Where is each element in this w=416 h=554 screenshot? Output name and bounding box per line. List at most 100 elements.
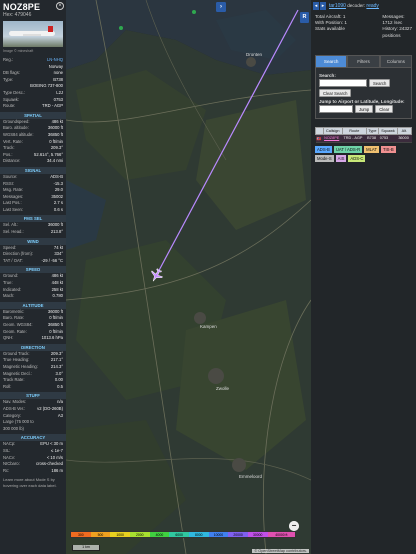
info-row-label[interactable]: Speed: xyxy=(3,245,16,252)
row-callsign[interactable]: NOZ8PE xyxy=(323,134,343,143)
info-row-value: 486 kt xyxy=(51,118,63,124)
info-row-label[interactable]: Indicated: xyxy=(3,287,21,294)
col-flag[interactable] xyxy=(315,126,324,135)
info-row-label[interactable]: Pos.: xyxy=(3,152,13,159)
photo-credit: Image © mineshaft xyxy=(3,49,34,53)
info-row-label[interactable]: True: xyxy=(3,280,13,287)
col-callsign[interactable]: Callsign xyxy=(322,126,343,135)
info-row-value: EPU < 30 m xyxy=(40,441,63,447)
legend-chip: AIS xyxy=(335,154,347,162)
info-row: Category: A3 xyxy=(0,413,66,420)
info-row: Ground: 486 kt xyxy=(0,273,66,280)
table-row[interactable]: 🇳🇴 NOZ8PE TRD - AGP B738 0753 36000 xyxy=(315,134,412,143)
jump-input[interactable] xyxy=(319,104,353,113)
info-row-value: 213.8° xyxy=(50,229,63,235)
info-row-label[interactable]: Mach: xyxy=(3,293,14,300)
info-row-label[interactable]: NACp: xyxy=(3,441,15,448)
legend-chip: ADS-B xyxy=(315,145,332,153)
info-row-label[interactable]: Track: xyxy=(3,145,14,152)
tab-columns[interactable]: Columns xyxy=(379,54,412,68)
info-row-label[interactable]: Baro. altitude: xyxy=(3,125,29,132)
close-icon[interactable]: × xyxy=(56,2,64,10)
info-row-label[interactable]: Sel. Head.: xyxy=(3,229,24,236)
search-input[interactable] xyxy=(319,78,367,87)
stats-block: Total Aircraft: 1 With Position: 1 Stats… xyxy=(311,12,416,41)
map-attribution[interactable]: © OpenStreetMap contributors. xyxy=(252,549,309,553)
info-row-value: 52.614°, 5.766° xyxy=(34,151,63,157)
info-row-label[interactable]: 300 000 lb) xyxy=(3,426,24,433)
info-row-label[interactable]: Rc: xyxy=(3,468,9,475)
info-row-label[interactable]: True Heading: xyxy=(3,357,29,364)
search-button[interactable]: Search xyxy=(369,78,391,87)
info-row-label[interactable]: Last Seen: xyxy=(3,207,23,214)
reg-value[interactable]: LN-NHQ xyxy=(47,57,63,64)
info-row-label[interactable]: Large (75 000 to xyxy=(3,419,34,426)
info-row-label[interactable]: Messages: xyxy=(3,194,23,201)
panel-nav: ◂ ▸ xyxy=(313,2,326,10)
info-row-label[interactable]: Vert. Rate: xyxy=(3,139,23,146)
stats-link[interactable]: Stats available xyxy=(315,26,347,32)
info-row-label[interactable]: Magnetic Decl.: xyxy=(3,371,32,378)
info-row-label[interactable]: Baro. Rate: xyxy=(3,315,24,322)
info-row: Pos.: 52.614°, 5.766° xyxy=(0,152,66,159)
info-row: Geom. WGS84: 36850 ft xyxy=(0,322,66,329)
aircraft-photo[interactable] xyxy=(3,21,63,47)
info-row-label[interactable]: Ground Track: xyxy=(3,351,30,358)
info-row-label[interactable]: Roll: xyxy=(3,384,11,391)
info-row-label[interactable]: SIL: xyxy=(3,448,10,455)
info-row-label[interactable]: Geom. Rate: xyxy=(3,329,27,336)
info-row-label[interactable]: Ground: xyxy=(3,273,18,280)
info-row-label[interactable]: Magnetic Heading: xyxy=(3,364,38,371)
info-row-label[interactable]: Geom. WGS84: xyxy=(3,322,33,329)
info-row: Large (75 000 to xyxy=(0,419,66,426)
info-row-label[interactable]: Msg. Rate: xyxy=(3,187,23,194)
info-row-label[interactable]: Sel. Alt.: xyxy=(3,222,18,229)
zoom-out-button[interactable]: − xyxy=(289,521,299,531)
info-row-label[interactable]: NACv: xyxy=(3,455,15,462)
info-row: Direction (from): 334° xyxy=(0,251,66,258)
jump-button[interactable]: Jump xyxy=(355,104,374,113)
arrow-left-icon[interactable]: ◂ xyxy=(313,2,319,10)
info-row-label[interactable]: Source: xyxy=(3,174,17,181)
info-row-label[interactable]: Barometric: xyxy=(3,309,24,316)
info-row-label[interactable]: Groundspeed: xyxy=(3,119,30,126)
info-row-value: 36000 ft xyxy=(47,125,63,131)
col-route[interactable]: Route xyxy=(341,126,367,135)
info-row-label[interactable]: Category: xyxy=(3,413,21,420)
info-row-label[interactable]: RSSI: xyxy=(3,181,14,188)
info-row-label[interactable]: NICbaro: xyxy=(3,461,20,468)
info-row-label[interactable]: TAT / OAT: xyxy=(3,258,23,265)
toggle-r-button[interactable]: R xyxy=(300,12,309,23)
map-canvas[interactable]: Kampen Zwolle Emmeloord Dronten xyxy=(66,0,311,554)
clear-search-button[interactable]: Clear Search xyxy=(319,88,352,97)
info-row-label[interactable]: ADS-B Ver.: xyxy=(3,406,25,413)
info-row-label[interactable]: Last Pos.: xyxy=(3,200,22,207)
info-row-label[interactable]: WGS84 altitude: xyxy=(3,132,34,139)
info-row: Track Rate: 0.00 xyxy=(0,377,66,384)
arrow-right-icon[interactable]: ▸ xyxy=(320,2,326,10)
decoder-link[interactable]: tar1090 xyxy=(329,3,346,9)
info-row: Last Pos.: 2.7 s xyxy=(0,200,66,207)
map-scale-bar: 1 km xyxy=(72,545,100,551)
col-alt[interactable]: Alt. xyxy=(396,126,413,135)
panel-tabs: Search Filters Columns xyxy=(315,54,412,68)
decoder-status[interactable]: ready xyxy=(366,3,379,9)
map-view[interactable]: Kampen Zwolle Emmeloord Dronten U H T ⚙ … xyxy=(66,0,311,554)
info-row-label[interactable]: Track Rate: xyxy=(3,377,25,384)
tab-filters[interactable]: Filters xyxy=(347,54,380,68)
info-row-label[interactable]: Distance: xyxy=(3,158,20,165)
info-row-label[interactable]: Direction (from): xyxy=(3,251,33,258)
decoder-title: tar1090 decoder: ready xyxy=(329,3,379,9)
col-squawk[interactable]: Squawk xyxy=(378,126,398,135)
legend-chip: MLAT xyxy=(364,145,379,153)
info-row-value: 36850 ft xyxy=(47,131,63,137)
info-row: Distance: 34.4 nmi xyxy=(0,158,66,165)
info-row-label[interactable]: Nav. Modes: xyxy=(3,399,26,406)
clear-button[interactable]: Clear xyxy=(375,104,394,113)
info-row: Nav. Modes: n/a xyxy=(0,399,66,406)
info-row-value: cross-checked xyxy=(36,461,63,467)
info-row-label[interactable]: QNH: xyxy=(3,335,13,342)
col-type[interactable]: Type xyxy=(365,126,380,135)
tab-search[interactable]: Search xyxy=(315,54,348,68)
expand-panel-icon[interactable]: › xyxy=(216,2,226,12)
